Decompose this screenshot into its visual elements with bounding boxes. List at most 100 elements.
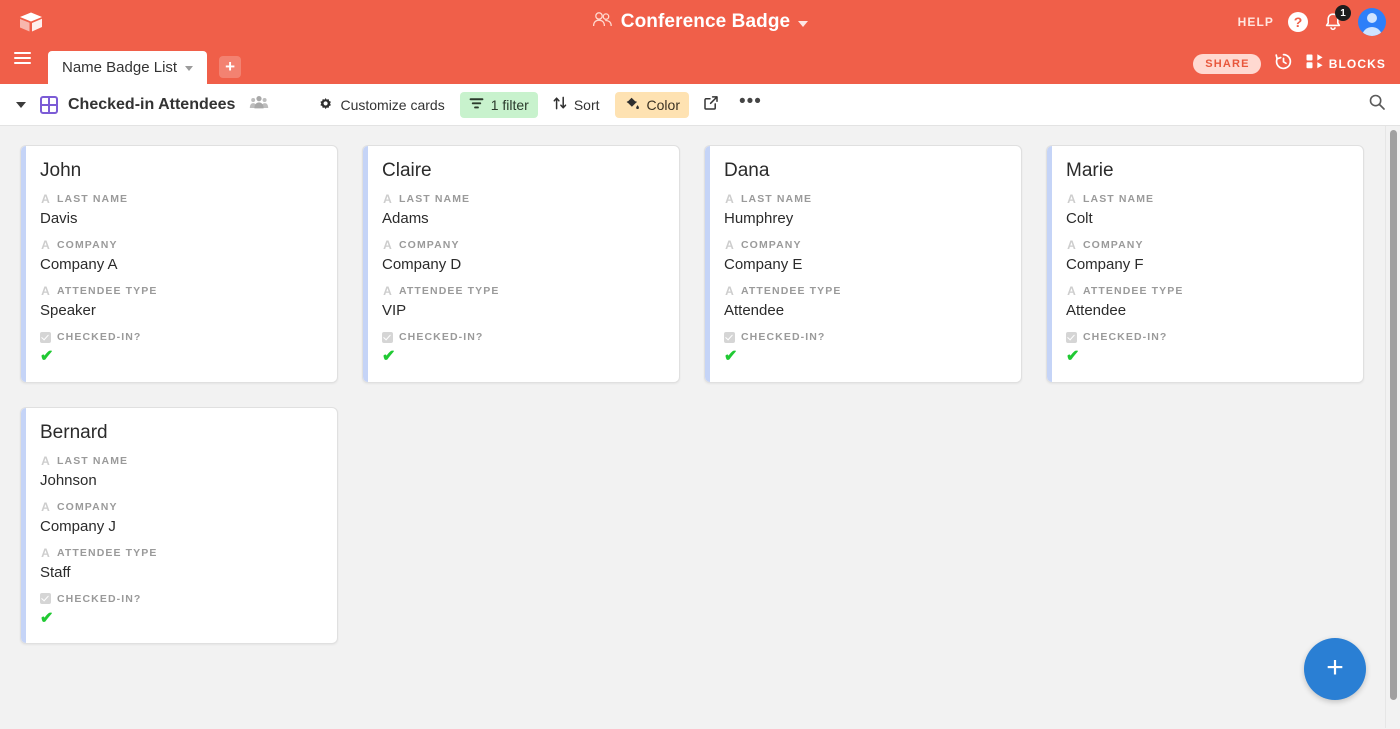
gallery-card[interactable]: Dana A LAST NAME Humphrey A COMPANY Company EA… xyxy=(704,145,1022,383)
gallery-card[interactable]: John A LAST NAME Davis A COMPANY Company A A ATT… xyxy=(20,145,338,383)
add-table-button[interactable]: + xyxy=(219,56,242,78)
field-value-checkbox[interactable]: ✔ xyxy=(724,348,1005,366)
top-bar: Conference Badge HELP ? 1 xyxy=(0,0,1400,44)
field-value: Company A xyxy=(40,256,118,273)
gallery-card[interactable]: Marie A LAST NAME Colt A COMPANY Company F A ATT… xyxy=(1046,145,1364,383)
field-label-row: A LAST NAME xyxy=(1066,193,1347,205)
gallery-card[interactable]: Bernard A LAST NAME Johnson A COMPANY Company … xyxy=(20,406,338,645)
card-body: Claire A LAST NAME Adams A COMPANY Company D AA… xyxy=(368,146,679,382)
card-body: Marie A LAST NAME Colt A COMPANY Company F A ATT… xyxy=(1052,146,1363,382)
field-label-row: CHECKED-IN? xyxy=(40,593,321,605)
customize-cards-button[interactable]: Customize cards xyxy=(309,92,453,118)
tab-label: Name Badge List xyxy=(62,59,178,76)
filter-button[interactable]: 1 filter xyxy=(459,91,538,118)
field-value-checkbox[interactable]: ✔ xyxy=(382,348,663,366)
field-label: CHECKED-IN? xyxy=(741,331,826,343)
customize-cards-label: Customize cards xyxy=(340,96,445,113)
field-value: Company E xyxy=(724,256,803,273)
card-field-checked-in: CHECKED-IN? ✔ xyxy=(40,331,321,366)
collaborators-icon[interactable] xyxy=(249,95,269,115)
blocks-label: BLOCKS xyxy=(1328,57,1386,71)
app-title-group[interactable]: Conference Badge xyxy=(0,11,1400,33)
field-label: ATTENDEE TYPE xyxy=(741,285,842,297)
field-label: COMPANY xyxy=(57,239,118,251)
field-label: LAST NAME xyxy=(57,193,129,205)
table-tab-bar: Name Badge List + SHARE BLOCKS xyxy=(0,44,1400,84)
card-field-attendee-type: A ATTENDEE TYPE Attendee xyxy=(724,285,1005,319)
card-field-checked-in: CHECKED-IN? ✔ xyxy=(1066,331,1347,366)
card-field-attendee-type: A ATTENDEE TYPE Attendee xyxy=(1066,285,1347,319)
checkbox-field-icon xyxy=(40,331,51,343)
field-value: Davis xyxy=(40,210,78,227)
filter-label: 1 filter xyxy=(490,96,529,113)
field-label-row: A COMPANY xyxy=(724,239,1005,251)
field-label-row: A ATTENDEE TYPE xyxy=(1066,285,1347,297)
gallery-view-icon xyxy=(40,95,58,114)
share-view-button[interactable] xyxy=(695,92,727,118)
field-label: COMPANY xyxy=(741,239,802,251)
field-value: Adams xyxy=(382,210,429,227)
sort-button[interactable]: Sort xyxy=(544,92,609,118)
add-record-button[interactable]: + xyxy=(1304,638,1366,700)
tab-name-badge-list[interactable]: Name Badge List xyxy=(48,51,208,84)
user-avatar[interactable] xyxy=(1358,8,1386,36)
view-sidebar-toggle-icon[interactable] xyxy=(16,101,26,108)
field-value-checkbox[interactable]: ✔ xyxy=(1066,348,1347,366)
card-title: Claire xyxy=(382,160,432,181)
card-field-checked-in: CHECKED-IN? ✔ xyxy=(40,593,321,628)
field-label-row: A COMPANY xyxy=(382,239,663,251)
color-button[interactable]: Color xyxy=(614,91,689,118)
more-options-icon[interactable]: ••• xyxy=(733,92,768,117)
card-field-last-name: A LAST NAME Johnson xyxy=(40,455,321,489)
card-field-company: A COMPANY Company J xyxy=(40,501,321,535)
text-field-icon: A xyxy=(41,192,50,206)
card-field-company: A COMPANY Company E xyxy=(724,239,1005,273)
view-name[interactable]: Checked-in Attendees xyxy=(68,96,235,114)
blocks-button[interactable]: BLOCKS xyxy=(1306,54,1386,74)
card-field-checked-in: CHECKED-IN? ✔ xyxy=(724,331,1005,366)
vertical-scrollbar[interactable] xyxy=(1385,126,1400,728)
notifications-bell-icon[interactable]: 1 xyxy=(1322,5,1351,33)
chevron-down-icon[interactable] xyxy=(798,20,809,27)
field-label: LAST NAME xyxy=(741,193,813,205)
field-label-row: A ATTENDEE TYPE xyxy=(40,547,321,559)
help-label[interactable]: HELP xyxy=(1238,15,1274,29)
search-button[interactable] xyxy=(1368,93,1386,116)
card-field-company: A COMPANY Company F xyxy=(1066,239,1347,273)
field-value-checkbox[interactable]: ✔ xyxy=(40,348,321,366)
field-value: Attendee xyxy=(1066,302,1127,319)
text-field-icon: A xyxy=(383,284,392,298)
card-field-last-name: A LAST NAME Colt xyxy=(1066,193,1347,227)
notification-count-badge: 1 xyxy=(1335,5,1351,21)
gallery-card[interactable]: Claire A LAST NAME Adams A COMPANY Company D AA… xyxy=(362,145,680,383)
field-label: CHECKED-IN? xyxy=(57,331,142,343)
field-label-row: A ATTENDEE TYPE xyxy=(382,285,663,297)
field-value: Company D xyxy=(382,256,462,273)
checkbox-field-icon xyxy=(40,593,51,605)
field-label-row: A ATTENDEE TYPE xyxy=(40,285,321,297)
text-field-icon: A xyxy=(41,453,50,468)
field-value: VIP xyxy=(382,302,407,319)
field-label-row: CHECKED-IN? xyxy=(724,331,1005,343)
history-clock-icon[interactable] xyxy=(1274,52,1293,76)
field-label: LAST NAME xyxy=(57,454,129,467)
card-field-company: A COMPANY Company A xyxy=(40,239,321,273)
top-bar-right-group: HELP ? 1 xyxy=(1238,5,1386,36)
chevron-down-icon[interactable] xyxy=(185,66,194,71)
hamburger-menu-icon[interactable] xyxy=(14,44,38,84)
text-field-icon: A xyxy=(41,499,50,514)
card-field-attendee-type: A ATTENDEE TYPE Speaker xyxy=(40,285,321,319)
question-mark-icon[interactable]: ? xyxy=(1288,12,1308,32)
airtable-logo-icon[interactable] xyxy=(16,7,46,37)
scrollbar-thumb[interactable] xyxy=(1390,130,1397,700)
sort-arrows-icon xyxy=(553,96,567,113)
card-title: John xyxy=(40,160,82,181)
checkbox-field-icon xyxy=(1066,331,1077,343)
field-label-row: A COMPANY xyxy=(40,239,321,251)
text-field-icon: A xyxy=(41,545,50,560)
tab-bar-right-group: SHARE BLOCKS xyxy=(1193,52,1386,84)
share-view-icon xyxy=(703,95,719,114)
share-button[interactable]: SHARE xyxy=(1193,54,1261,74)
field-value-checkbox[interactable]: ✔ xyxy=(40,610,321,628)
field-label: LAST NAME xyxy=(399,193,471,205)
